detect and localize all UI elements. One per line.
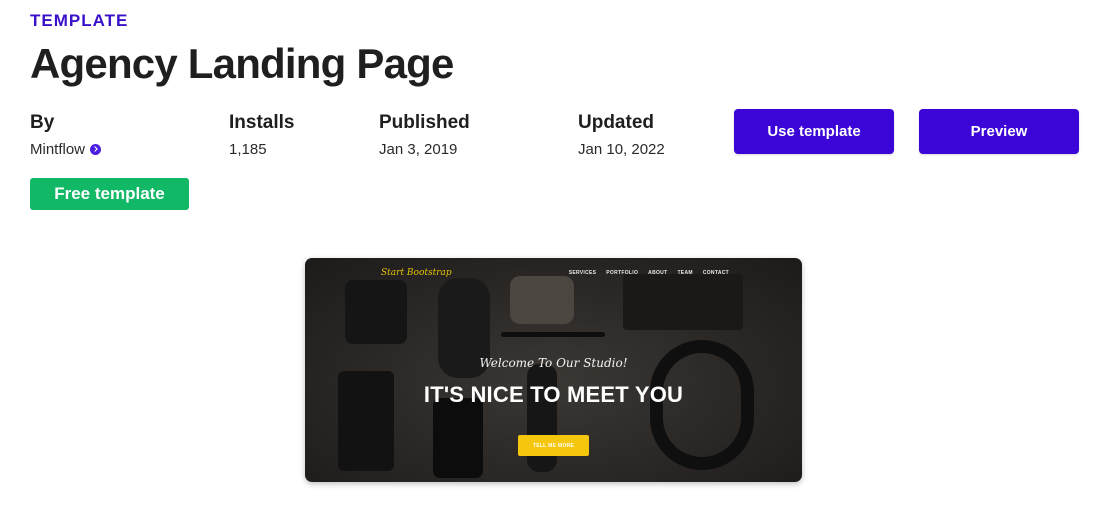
- meta-published: Published Jan 3, 2019: [379, 112, 470, 158]
- preview-nav-item: TEAM: [677, 270, 693, 276]
- meta-installs: Installs 1,185: [229, 112, 294, 158]
- notebook-shape: [623, 274, 743, 330]
- preview-welcome: Welcome To Our Studio!: [479, 356, 628, 370]
- verified-icon: [90, 144, 102, 155]
- preview-nav-item: PORTFOLIO: [606, 270, 639, 276]
- template-preview-image[interactable]: Start Bootstrap SERVICES PORTFOLIO ABOUT…: [305, 258, 802, 482]
- free-template-badge: Free template: [30, 178, 189, 210]
- page-title: Agency Landing Page: [30, 40, 454, 87]
- meta-by: By Mintflow: [30, 112, 102, 158]
- published-label: Published: [379, 112, 470, 133]
- pen-shape: [501, 332, 605, 337]
- published-value: Jan 3, 2019: [379, 141, 458, 158]
- meta-updated: Updated Jan 10, 2022: [578, 112, 665, 158]
- preview-button[interactable]: Preview: [919, 109, 1079, 154]
- template-eyebrow: TEMPLATE: [30, 11, 129, 30]
- by-label: By: [30, 112, 55, 133]
- installs-value: 1,185: [229, 141, 267, 158]
- preview-nav-item: SERVICES: [568, 270, 597, 276]
- preview-cta: TELL ME MORE: [518, 435, 589, 456]
- preview-headline: IT'S NICE TO MEET YOU: [423, 382, 684, 407]
- updated-label: Updated: [578, 112, 654, 133]
- preview-brand: Start Bootstrap: [381, 268, 452, 278]
- bowtie-shape: [510, 276, 574, 324]
- use-template-button[interactable]: Use template: [734, 109, 894, 154]
- installs-label: Installs: [229, 112, 295, 133]
- preview-nav-item: ABOUT: [648, 270, 668, 276]
- updated-value: Jan 10, 2022: [578, 141, 665, 158]
- author-link[interactable]: Mintflow: [30, 141, 102, 158]
- author-name[interactable]: Mintflow: [30, 141, 85, 158]
- phone-shape: [433, 398, 483, 478]
- preview-nav-item: CONTACT: [702, 270, 729, 276]
- preview-nav: SERVICES PORTFOLIO ABOUT TEAM CONTACT: [569, 270, 729, 276]
- wallet-shape: [345, 280, 407, 344]
